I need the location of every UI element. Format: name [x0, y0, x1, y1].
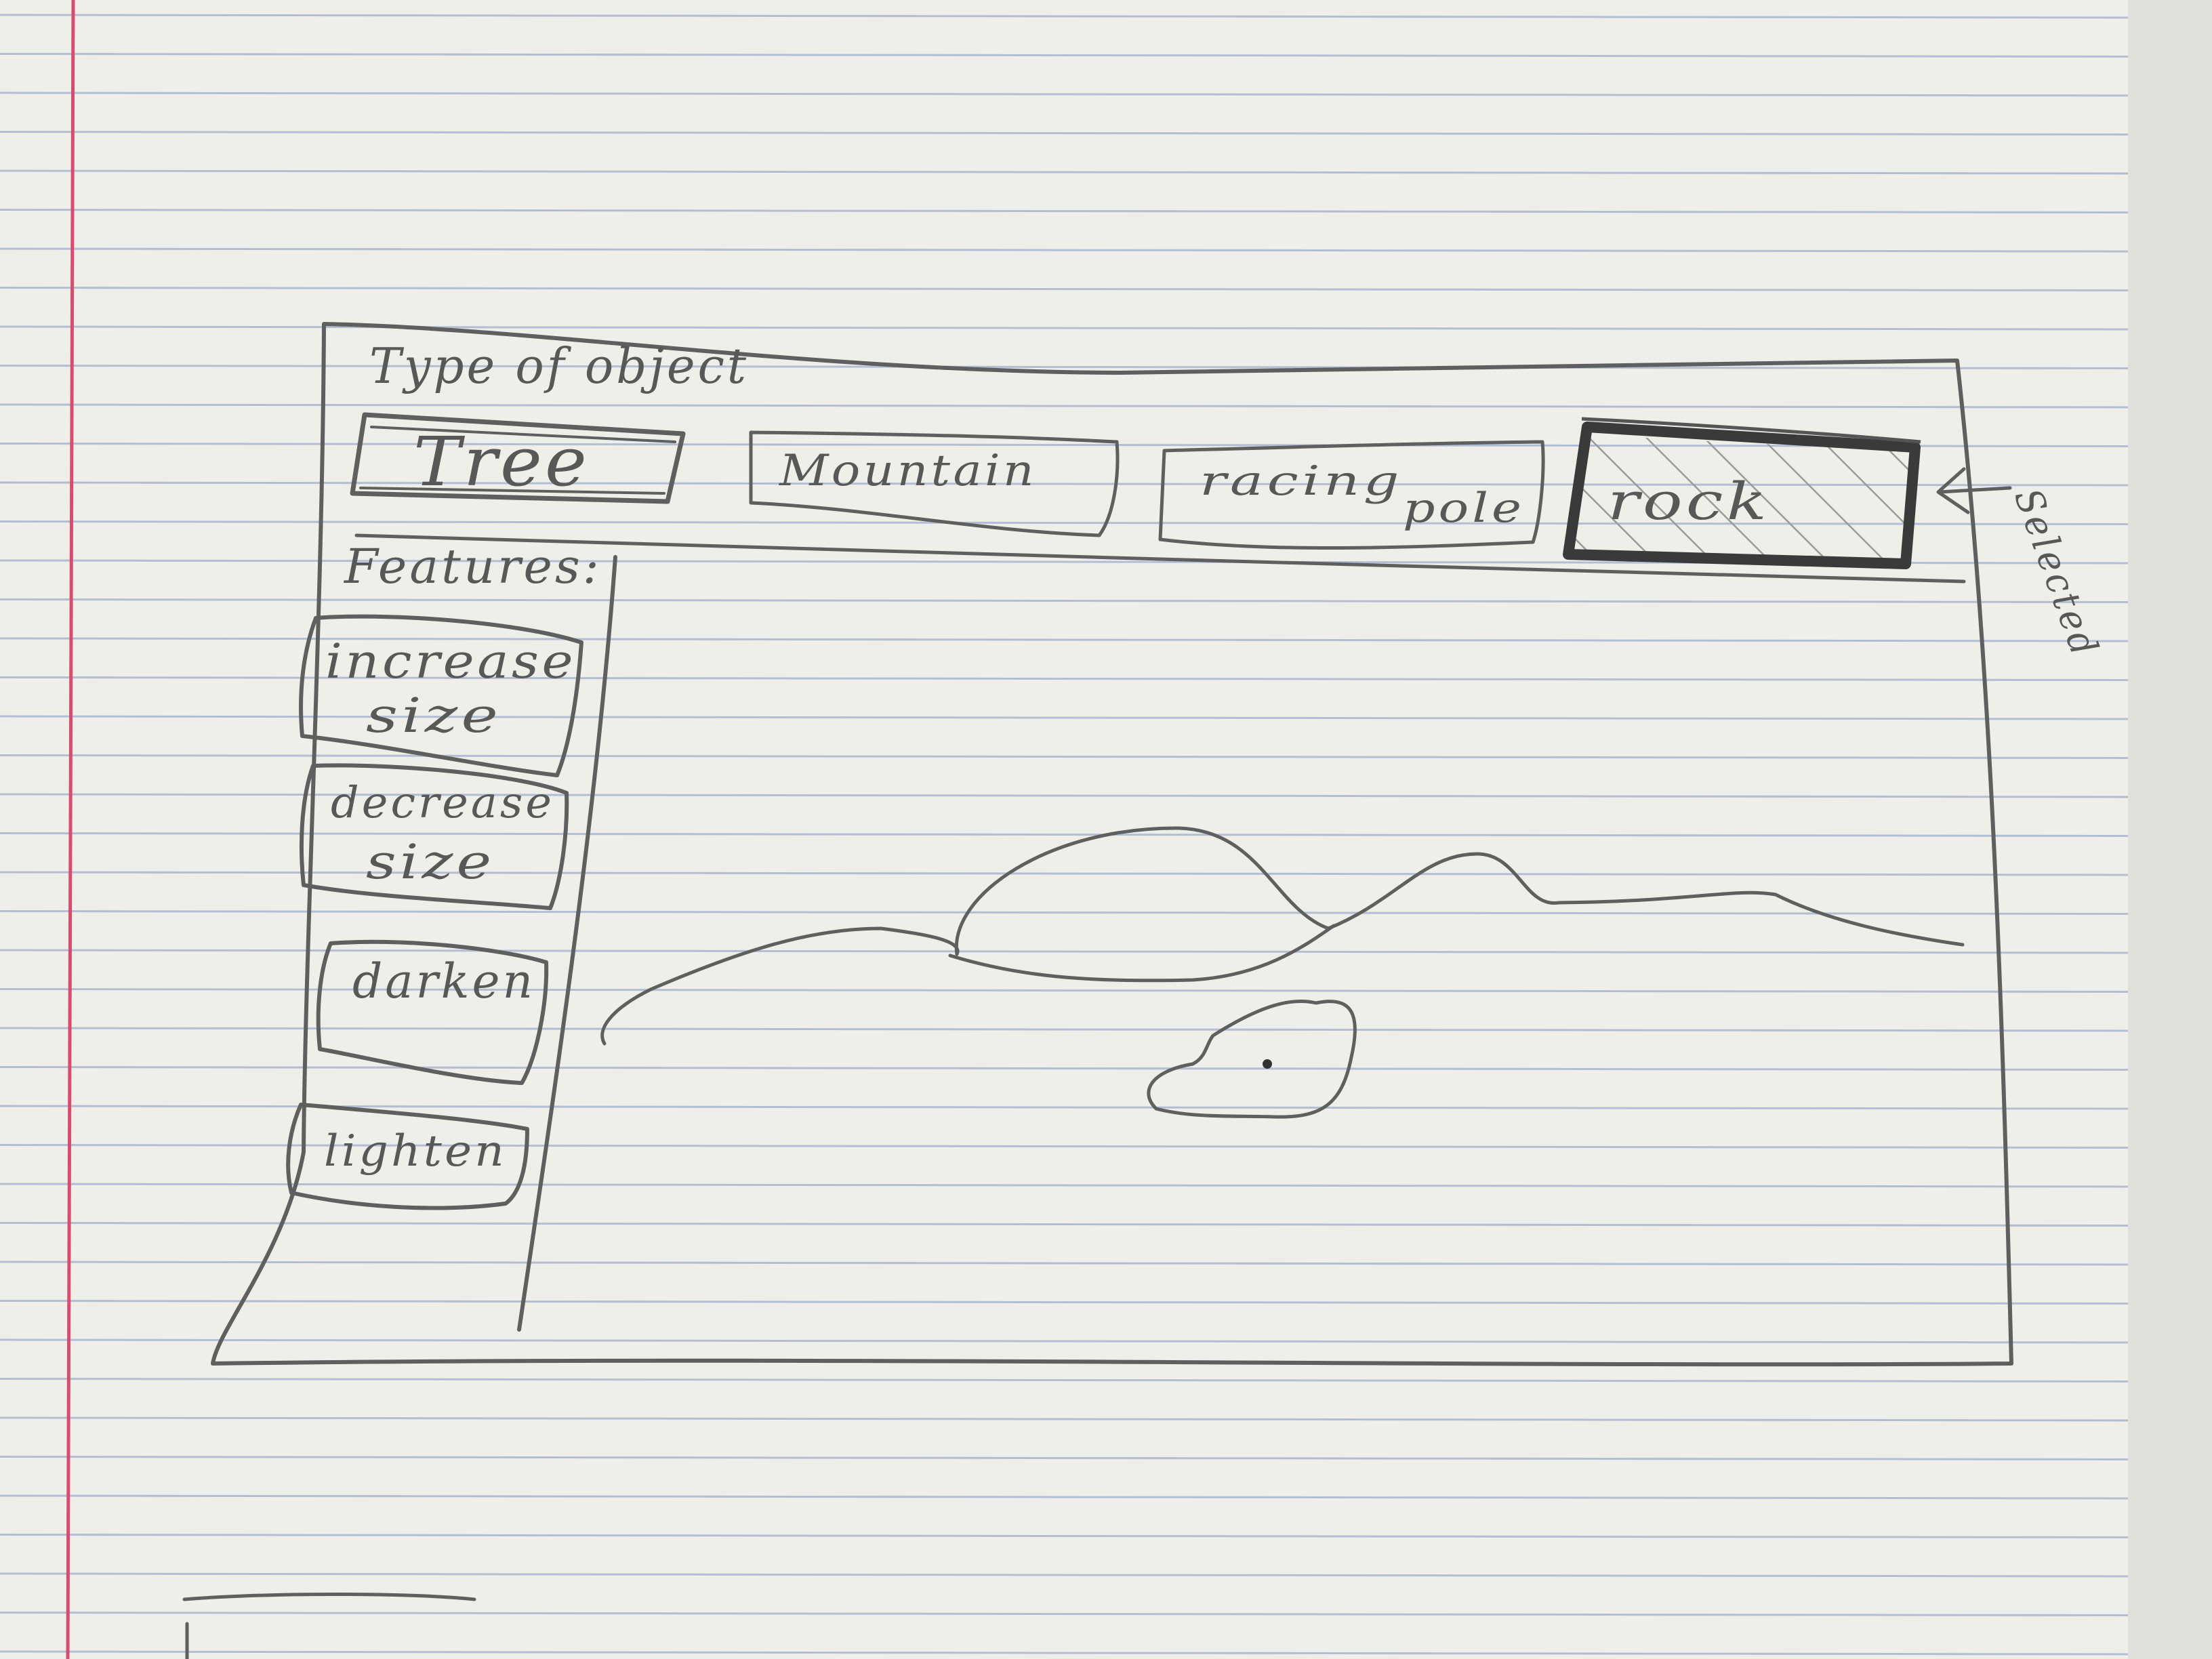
feature-button-decrease-size-label-line2: size [366, 834, 495, 890]
feature-button-increase-size-label-line2: size [366, 688, 501, 743]
feature-button-lighten-label: lighten [324, 1126, 507, 1176]
features-label: Features: [343, 539, 602, 594]
feature-button-decrease-size-label-line1: decrease [331, 778, 554, 828]
notebook-paper: Type of object Tree Mountain racing pole… [0, 0, 2212, 1659]
feature-button-darken-label: darken [352, 954, 535, 1009]
object-button-tree-label: Tree [413, 422, 590, 501]
object-button-mountain-label: Mountain [779, 446, 1037, 496]
object-button-racing-pole-label-line1: racing [1200, 457, 1403, 505]
type-of-object-label: Type of object [369, 337, 749, 394]
feature-button-increase-size-label-line1: increase [325, 634, 576, 689]
rock-center-dot [1263, 1059, 1272, 1069]
object-button-rock[interactable]: rock [1563, 417, 1921, 569]
object-button-rock-label: rock [1607, 471, 1770, 531]
object-button-racing-pole-label-line2: pole [1403, 485, 1525, 532]
paper-edge-right [2128, 0, 2212, 1659]
